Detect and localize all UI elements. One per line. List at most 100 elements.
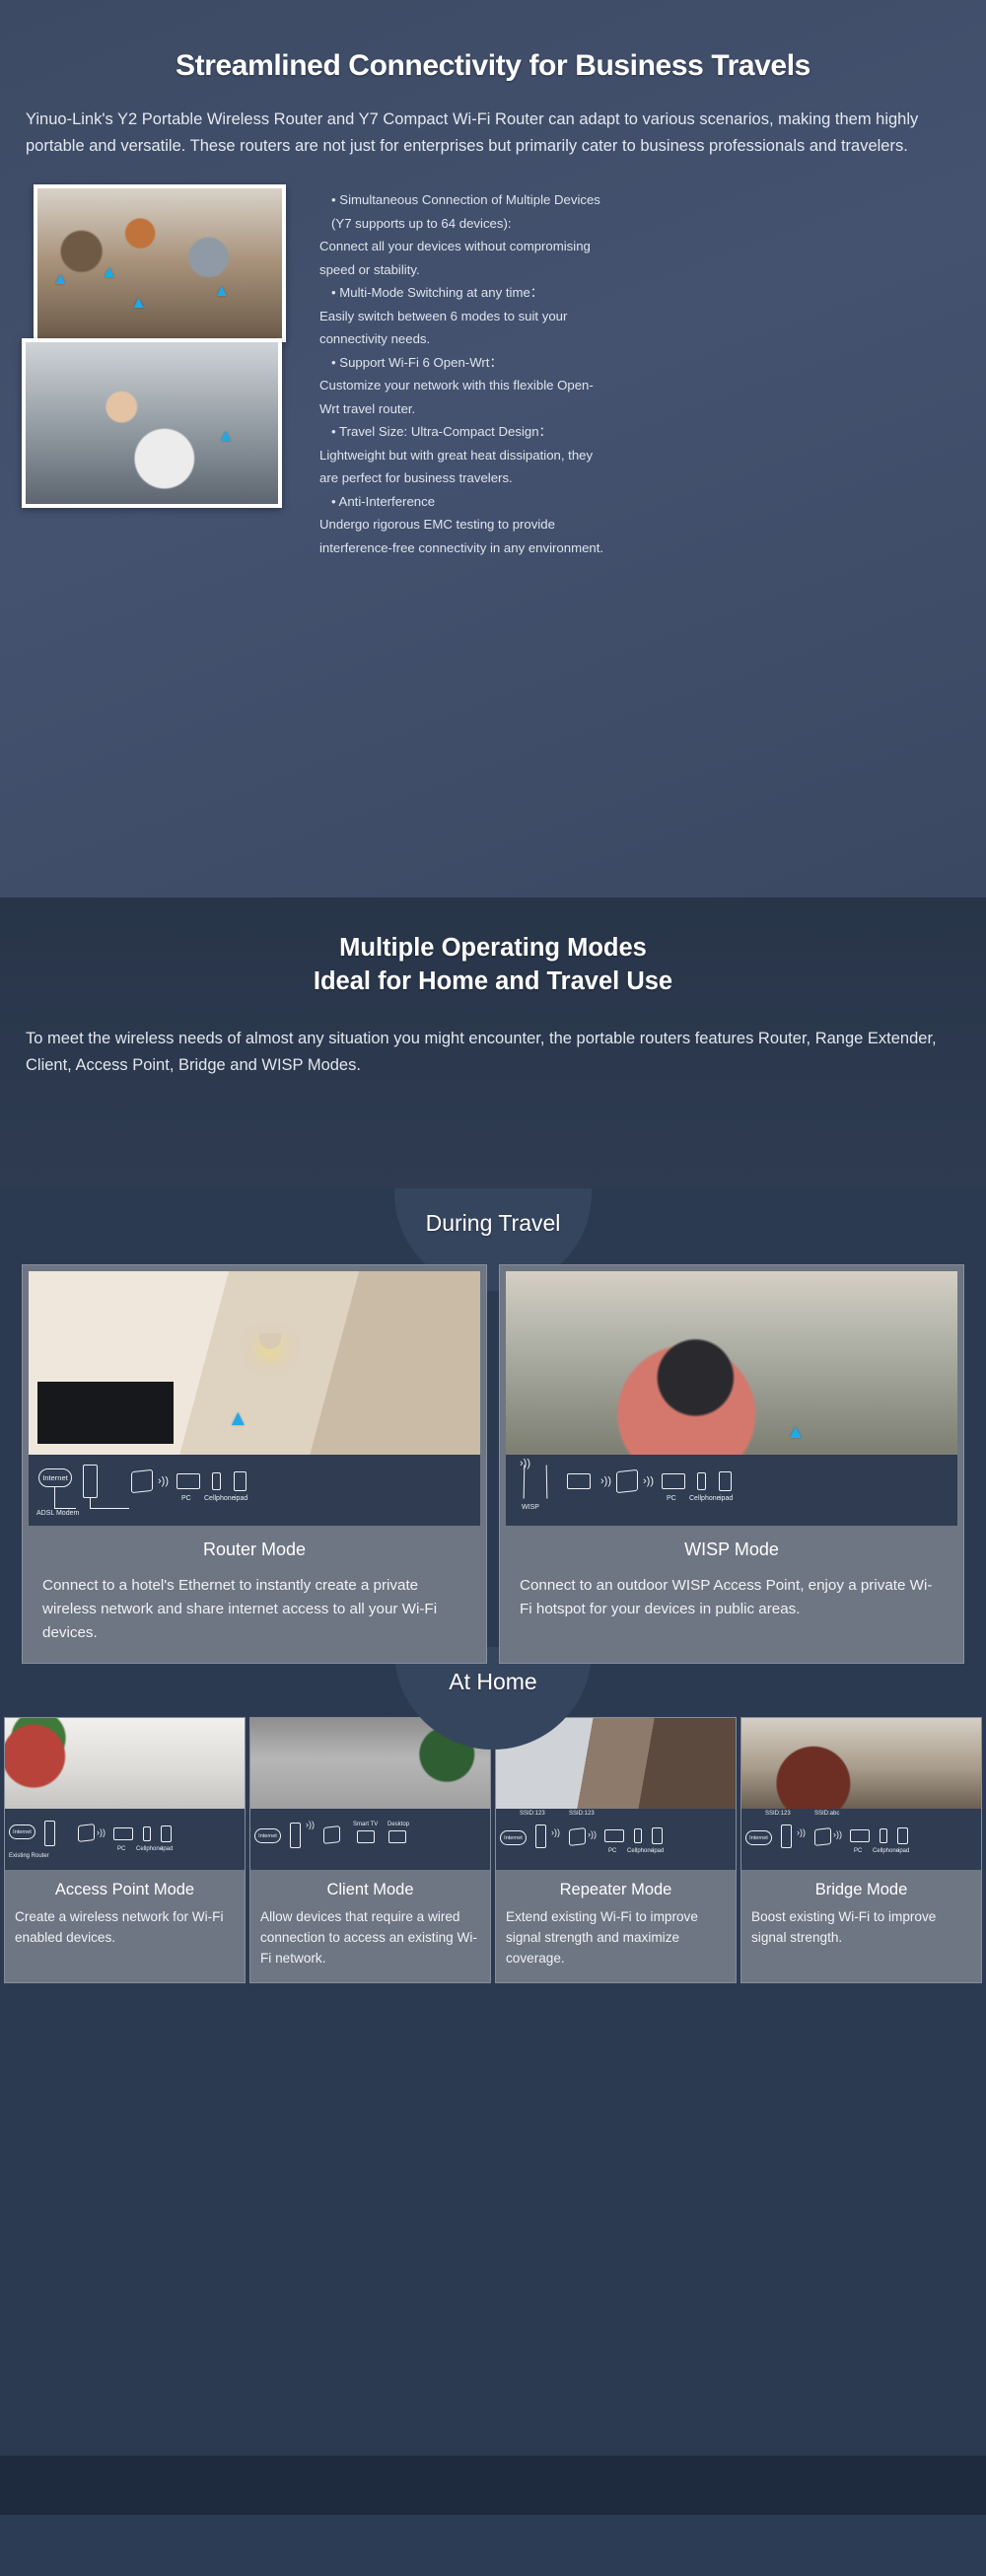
pc-icon — [567, 1473, 591, 1489]
photo-meeting-room: ▲ ▲ ▲ ▲ — [34, 184, 286, 343]
client-mode-diagram: Internet ›)) Smart TV Desktop — [250, 1809, 490, 1870]
router-mode-title: Router Mode — [29, 1526, 480, 1564]
home-card-client-mode[interactable]: Internet ›)) Smart TV Desktop Client Mod… — [249, 1717, 491, 1984]
device-label-ipad: ipad — [898, 1848, 910, 1854]
wisp-mode-title: WISP Mode — [506, 1526, 957, 1564]
pc-icon — [176, 1473, 200, 1489]
internet-cloud-icon: Internet — [745, 1830, 772, 1845]
device-label-ipad: ipad — [720, 1495, 734, 1502]
client-mode-description: Allow devices that require a wired conne… — [260, 1909, 477, 1966]
adsl-modem-label: ADSL Modem — [36, 1510, 80, 1517]
travel-card-wisp-mode[interactable]: ▲ ›)) ›)) ›)) WISP PC Cellphone ipad WIS… — [499, 1264, 964, 1665]
hero-intro-paragraph: Yinuo-Link's Y2 Portable Wireless Router… — [26, 110, 919, 155]
photo-business-call-image: ▲ — [26, 342, 278, 505]
router-mode-photo: ▲ — [29, 1271, 480, 1455]
at-home-section: At Home Internet ›)) Existing Router PC … — [0, 1647, 986, 2515]
pc-icon — [113, 1827, 133, 1840]
home-card-bridge-mode[interactable]: SSID:123 SSID:abc Internet ›)) ›)) PC Ce… — [740, 1717, 982, 1984]
wifi-signal-icon: ›)) — [97, 1827, 106, 1837]
device-label-ipad: ipad — [653, 1848, 665, 1854]
photo-business-call: ▲ — [22, 338, 282, 509]
desk-laptop-image — [5, 1718, 245, 1809]
feature-line: Lightweight but with great heat dissipat… — [319, 447, 594, 463]
router-mode-diagram: Internet ›)) ADSL Modem PC Cellphone ipa… — [29, 1455, 480, 1526]
internet-cloud-icon: Internet — [38, 1468, 72, 1487]
page-title: Streamlined Connectivity for Business Tr… — [176, 49, 810, 82]
wifi-icon: ▲ — [130, 292, 148, 312]
hero-section: Streamlined Connectivity for Business Tr… — [0, 0, 986, 897]
modem-icon — [290, 1823, 301, 1848]
cellphone-icon — [880, 1828, 887, 1843]
wisp-mode-description: Connect to an outdoor WISP Access Point,… — [506, 1564, 957, 1664]
feature-line: • Anti-Interference — [331, 493, 436, 509]
ipad-icon — [719, 1471, 732, 1491]
wifi-signal-icon: ›)) — [797, 1827, 806, 1837]
pc-icon — [662, 1473, 685, 1489]
wisp-source-label: WISP — [522, 1504, 539, 1511]
feature-line: (Y7 supports up to 64 devices): — [331, 215, 512, 231]
wifi-signal-icon: ›)) — [643, 1475, 654, 1487]
ssid-label-right: SSID:abc — [814, 1811, 840, 1817]
hotel-room-image: ▲ — [29, 1271, 480, 1455]
bridge-mode-diagram: SSID:123 SSID:abc Internet ›)) ›)) PC Ce… — [741, 1809, 981, 1870]
wifi-icon: ▲ — [217, 425, 235, 445]
travel-card-router-mode[interactable]: ▲ Internet ›)) ADSL Modem PC Cellphone i… — [22, 1264, 487, 1665]
cellphone-icon — [212, 1472, 221, 1490]
existing-router-icon — [44, 1821, 55, 1846]
modes-description: To meet the wireless needs of almost any… — [26, 1030, 937, 1075]
device-label-pc: PC — [667, 1495, 676, 1502]
pc-icon — [604, 1829, 624, 1842]
device-label-smart-tv: Smart TV — [353, 1822, 379, 1827]
repeater-mode-description: Extend existing Wi-Fi to improve signal … — [506, 1909, 698, 1966]
access-point-photo — [5, 1718, 245, 1809]
internet-cloud-icon: Internet — [500, 1830, 527, 1845]
pc-icon — [850, 1829, 870, 1842]
feature-line: • Travel Size: Ultra-Compact Design： — [331, 424, 552, 440]
bridge-mode-title: Bridge Mode — [814, 1881, 908, 1898]
ipad-icon — [897, 1827, 908, 1844]
home-card-repeater-mode[interactable]: SSID:123 SSID:123 Internet ›)) ›)) PC Ce… — [495, 1717, 737, 1984]
photo-meeting-image: ▲ ▲ ▲ ▲ — [37, 188, 282, 339]
bridge-mode-photo — [741, 1718, 981, 1809]
internet-cloud-icon: Internet — [9, 1825, 35, 1839]
hero-body: ▲ ▲ ▲ ▲ ▲ • Simultaneous Connection of M… — [22, 184, 964, 555]
ssid-label-left: SSID:123 — [520, 1811, 545, 1817]
feature-line: • Support Wi-Fi 6 Open-Wrt： — [331, 354, 503, 370]
wifi-icon: ▲ — [51, 268, 69, 288]
wifi-icon: ▲ — [101, 262, 118, 282]
ipad-icon — [652, 1827, 663, 1844]
internet-cloud-icon: Internet — [254, 1828, 281, 1843]
connector-wire — [90, 1498, 129, 1509]
device-label-cellphone: Cellphone — [204, 1495, 236, 1502]
wifi-signal-icon: ›)) — [600, 1475, 611, 1487]
during-travel-label: During Travel — [425, 1210, 561, 1236]
device-label-cellphone: Cellphone — [689, 1495, 721, 1502]
feature-line: are perfect for business travelers. — [319, 470, 513, 486]
wifi-signal-icon: ›)) — [520, 1458, 530, 1469]
router-icon — [323, 1825, 340, 1844]
wisp-tower-icon — [523, 1465, 548, 1499]
wifi-signal-icon: ›)) — [833, 1829, 842, 1839]
repeater-mode-title: Repeater Mode — [559, 1881, 672, 1898]
access-point-diagram: Internet ›)) Existing Router PC Cellphon… — [5, 1809, 245, 1870]
home-card-access-point-mode[interactable]: Internet ›)) Existing Router PC Cellphon… — [4, 1717, 246, 1984]
adsl-modem-icon — [83, 1465, 98, 1498]
wifi-signal-icon: ›)) — [551, 1827, 560, 1837]
cellphone-icon — [634, 1828, 642, 1843]
feature-list: • Simultaneous Connection of Multiple De… — [304, 184, 964, 555]
feature-line: interference-free connectivity in any en… — [319, 539, 604, 555]
repeater-mode-diagram: SSID:123 SSID:123 Internet ›)) ›)) PC Ce… — [496, 1809, 736, 1870]
modes-intro-section: Multiple Operating Modes Ideal for Home … — [0, 897, 986, 1188]
router-icon — [78, 1824, 95, 1842]
hero-photo-group: ▲ ▲ ▲ ▲ ▲ — [22, 184, 304, 539]
feature-line: speed or stability. — [319, 261, 420, 277]
ipad-icon — [234, 1471, 246, 1491]
wifi-signal-icon: ›)) — [588, 1829, 597, 1839]
ssid-label-right: SSID:123 — [569, 1811, 595, 1817]
feature-line: Customize your network with this flexibl… — [319, 378, 594, 394]
lamp-decoration — [258, 1333, 281, 1350]
wifi-signal-icon: ›)) — [158, 1475, 169, 1487]
footer-strip — [0, 2456, 986, 2515]
during-travel-section: During Travel ▲ Internet ›)) ADSL Modem … — [0, 1188, 986, 1665]
wifi-signal-icon: ›)) — [306, 1820, 315, 1829]
